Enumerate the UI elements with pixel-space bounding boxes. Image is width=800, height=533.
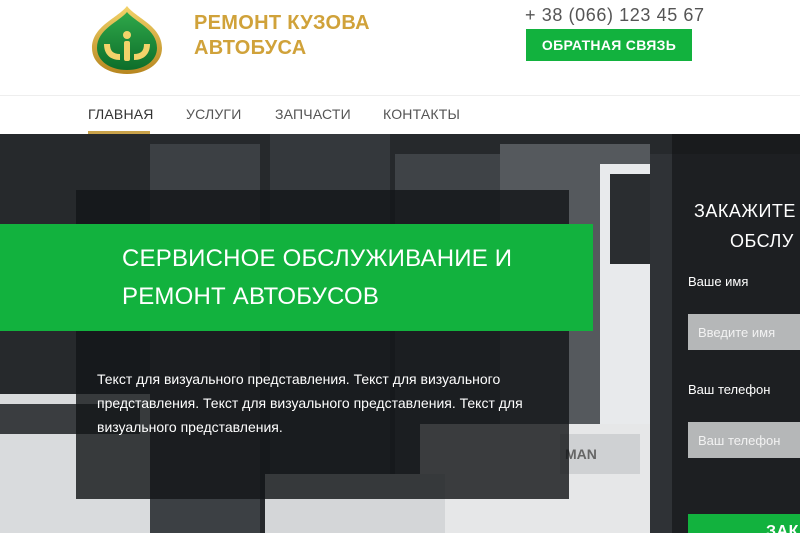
brand-line-2: АВТОБУСА: [194, 37, 307, 59]
nav-item-home[interactable]: ГЛАВНАЯ: [88, 106, 154, 122]
bus-company-logo-icon[interactable]: [88, 4, 166, 76]
hero-description: Текст для визуального представления. Тек…: [97, 371, 523, 435]
site-header: РЕМОНТ КУЗОВА АВТОБУСА + 38 (066) 123 45…: [0, 0, 800, 96]
page: РЕМОНТ КУЗОВА АВТОБУСА + 38 (066) 123 45…: [0, 0, 800, 533]
brand-name: РЕМОНТ КУЗОВА АВТОБУСА: [194, 11, 370, 61]
brand-line-1: РЕМОНТ КУЗОВА: [194, 12, 370, 34]
phone-input[interactable]: [688, 422, 800, 458]
svg-text:MAN: MAN: [565, 446, 597, 462]
name-field-label: Ваше имя: [688, 274, 749, 289]
callback-button[interactable]: ОБРАТНАЯ СВЯЗЬ: [526, 29, 692, 61]
order-form-title-line-1: ЗАКАЖИТЕ: [694, 201, 796, 221]
order-submit-button[interactable]: ЗАКА: [688, 514, 800, 533]
hero-section: MAN СЕРВИСНОЕ ОБСЛУЖИВАНИЕ И РЕМОНТ АВТО…: [0, 134, 800, 533]
hero-title: СЕРВИСНОЕ ОБСЛУЖИВАНИЕ И РЕМОНТ АВТОБУСО…: [122, 245, 513, 310]
name-input[interactable]: [688, 314, 800, 350]
order-form-title-line-2: ОБСЛУ: [730, 231, 794, 251]
order-form-title: ЗАКАЖИТЕ ОБСЛУ: [694, 196, 800, 256]
nav-item-services[interactable]: УСЛУГИ: [186, 106, 241, 122]
phone-field-label: Ваш телефон: [688, 382, 771, 397]
main-nav: ГЛАВНАЯ УСЛУГИ ЗАПЧАСТИ КОНТАКТЫ: [0, 96, 800, 134]
nav-item-parts[interactable]: ЗАПЧАСТИ: [275, 106, 351, 122]
nav-item-contacts[interactable]: КОНТАКТЫ: [383, 106, 460, 122]
phone-number[interactable]: + 38 (066) 123 45 67: [525, 5, 705, 26]
